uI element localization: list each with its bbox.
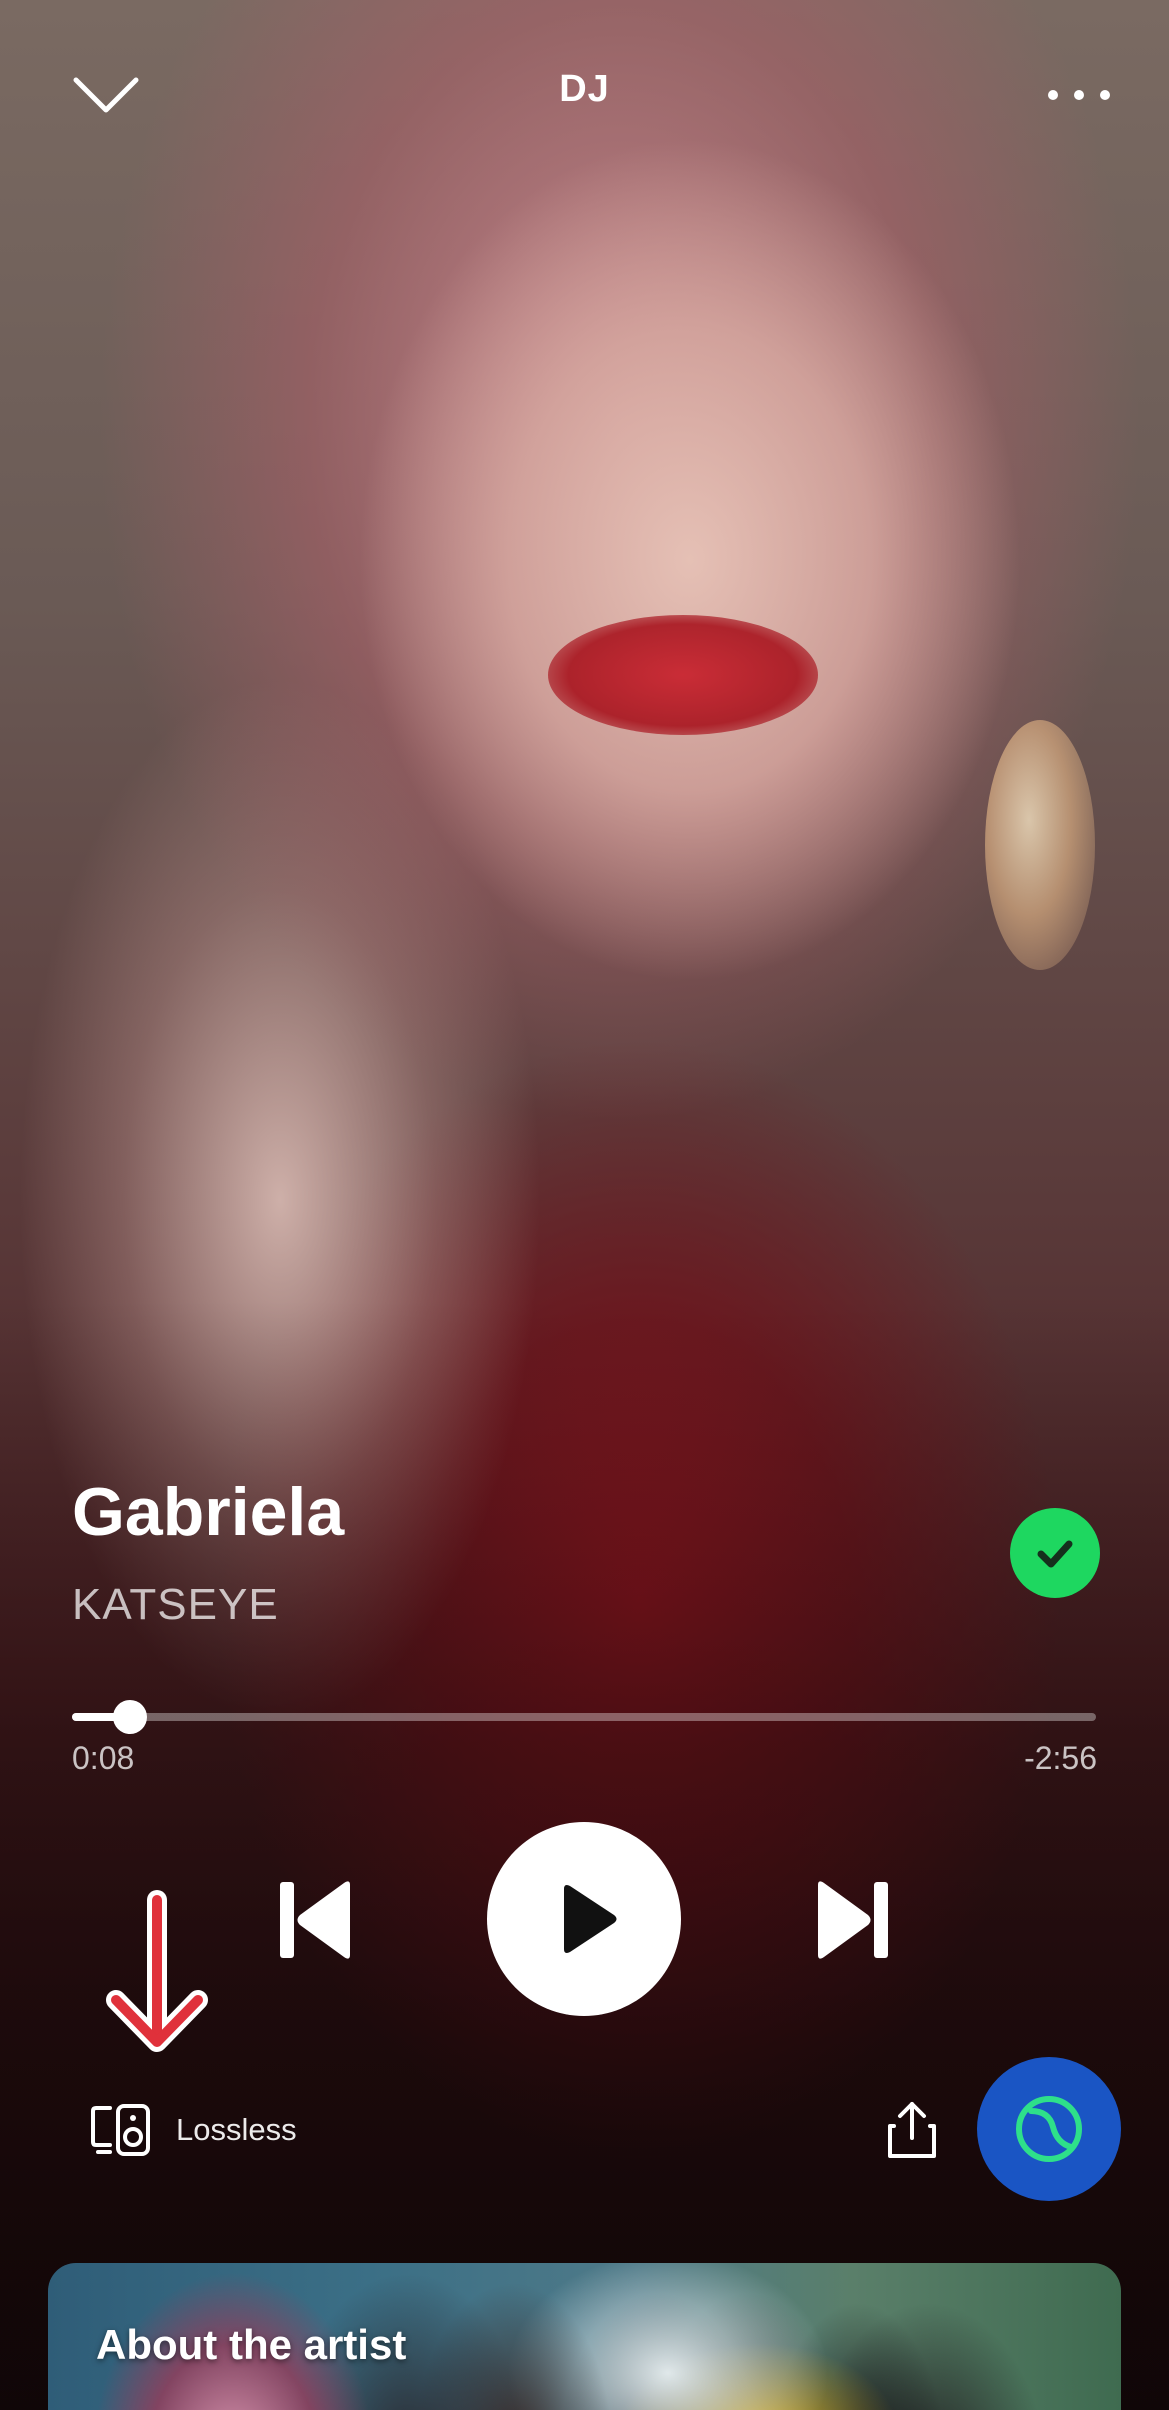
checkmark-icon [1037,1540,1073,1568]
now-playing-screen: DJ Gabriela KATSEYE 0:08 -2:56 Lossless … [0,0,1169,2410]
about-artist-card[interactable]: About the artist [48,2263,1121,2410]
progress-track [72,1713,1096,1721]
album-art-detail [985,720,1095,970]
header-title: DJ [559,68,610,110]
share-button[interactable] [880,2098,944,2162]
connect-device-button[interactable]: Lossless [90,2095,297,2165]
elapsed-time: 0:08 [72,1740,135,1776]
about-artist-title: About the artist [96,2321,407,2368]
previous-button[interactable] [270,1875,360,1965]
skip-previous-icon [280,1881,350,1959]
player-header: DJ [0,40,1169,140]
dj-button[interactable] [977,2057,1121,2201]
progress-slider[interactable] [72,1700,1096,1734]
skip-next-icon [818,1881,888,1959]
progress-thumb[interactable] [113,1700,148,1734]
play-button[interactable] [487,1822,681,2016]
dj-icon [1016,2096,1082,2162]
connect-device-icon [91,2104,150,2156]
next-button[interactable] [808,1875,898,1965]
liked-button[interactable] [1010,1508,1100,1598]
track-artist[interactable]: KATSEYE [72,1580,279,1630]
more-horizontal-icon [1048,90,1110,100]
track-title[interactable]: Gabriela [72,1478,344,1546]
more-options-button[interactable] [1039,80,1119,110]
annotation-arrow-icon [106,1890,208,2052]
device-label: Lossless [176,2112,297,2147]
remaining-time: -2:56 [1024,1740,1097,1776]
share-icon [888,2102,936,2158]
play-icon [564,1885,617,1953]
album-art-detail [548,615,818,735]
